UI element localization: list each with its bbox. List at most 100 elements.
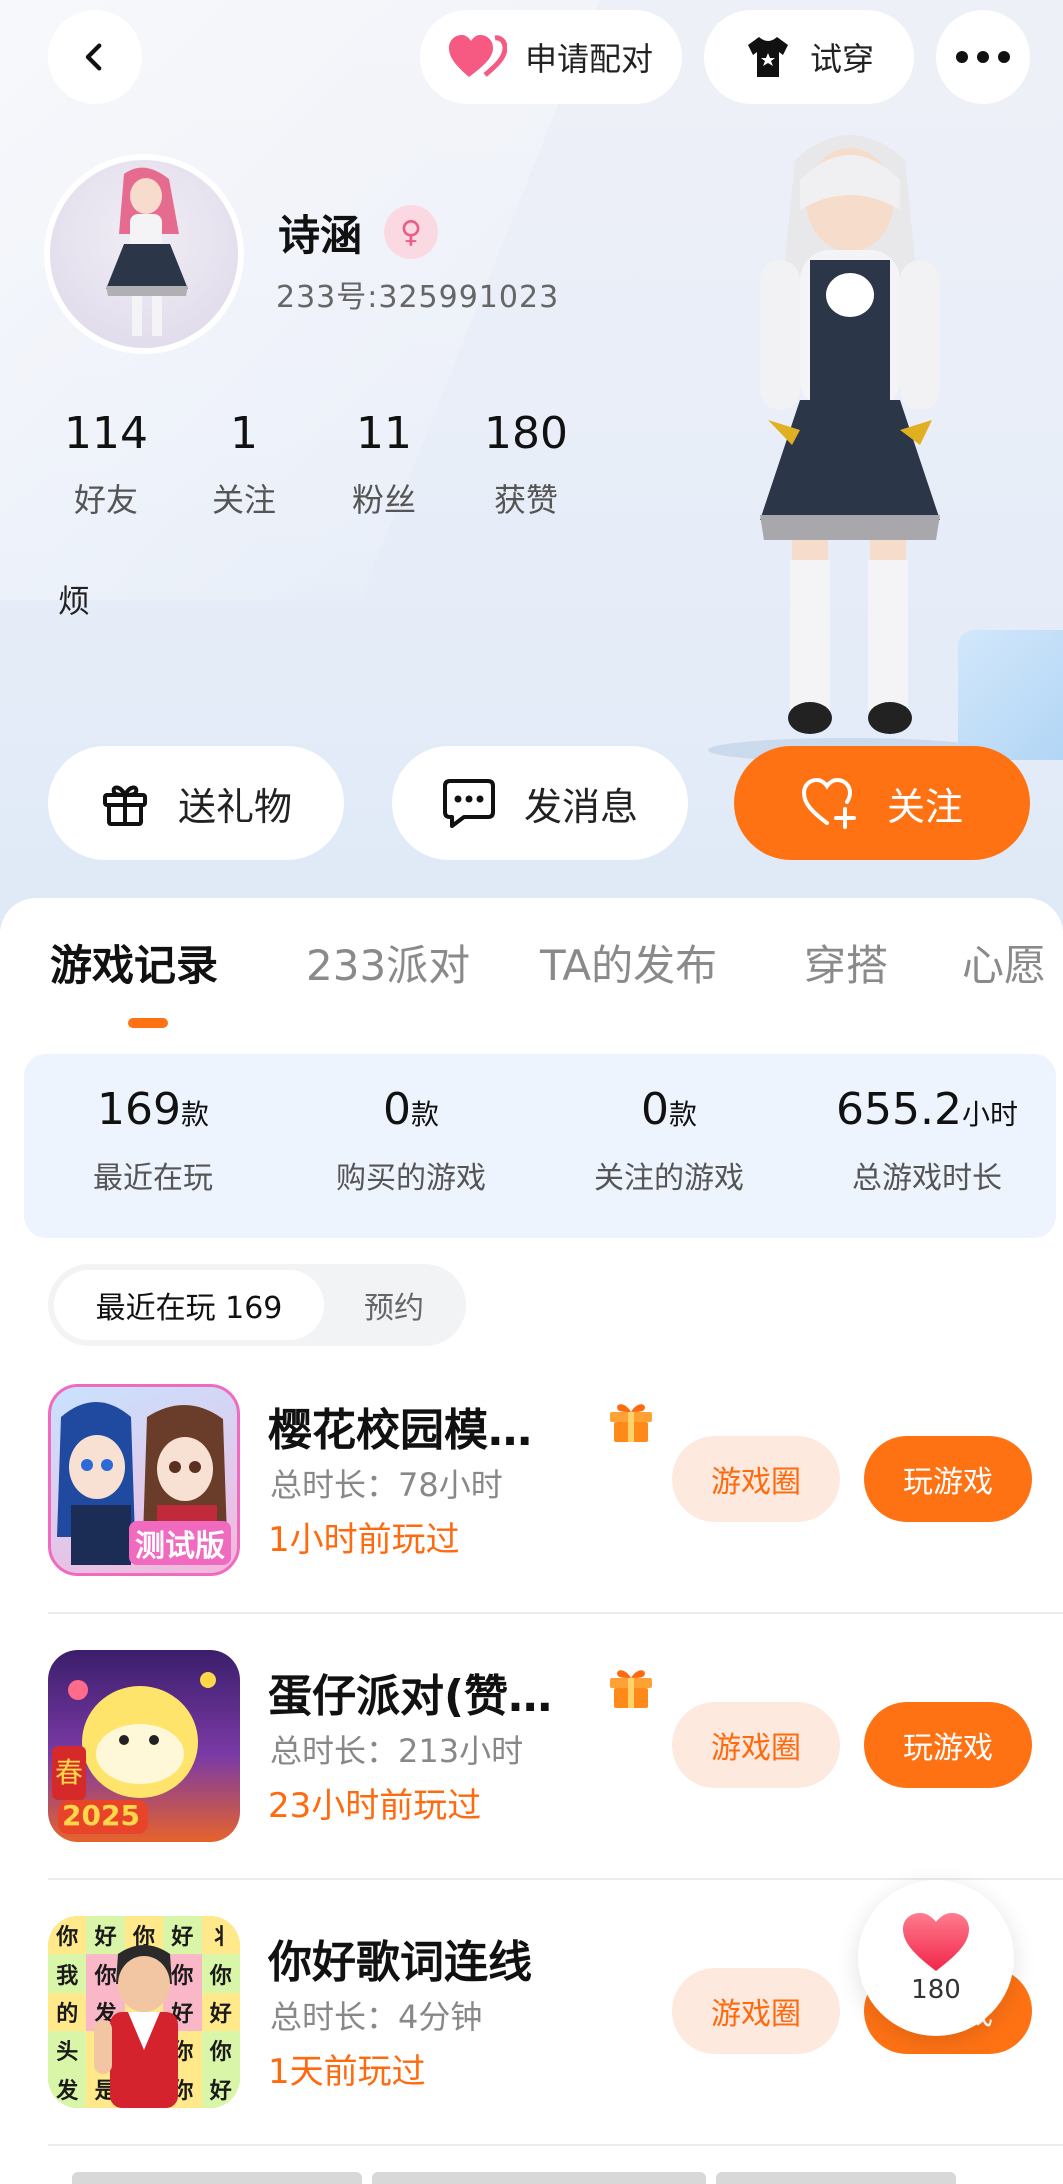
grid-char: 你 (201, 1954, 240, 1993)
profile-bio: 烦 (58, 582, 91, 620)
svg-text:春: 春 (55, 1756, 83, 1789)
next-item-peek (72, 2172, 362, 2184)
stat-likes[interactable]: 180 获赞 (456, 408, 596, 521)
avatar[interactable] (44, 154, 244, 354)
play-game-button[interactable]: 玩游戏 (864, 1702, 1032, 1788)
profile-uid[interactable]: 233号:325991023 (276, 272, 559, 316)
game-circle-button[interactable]: 游戏圈 (672, 1702, 840, 1788)
stat-label: 获赞 (493, 481, 558, 519)
stat-unit: 小时 (961, 1098, 1018, 1131)
gift-box-icon[interactable] (606, 1664, 656, 1710)
try-on-label: 试穿 (809, 40, 874, 78)
try-on-button[interactable]: 试穿 (704, 10, 914, 104)
game-last-played: 1小时前玩过 (268, 1520, 460, 1560)
follow-button[interactable]: 关注 (734, 746, 1030, 860)
grid-char: 的 (48, 1992, 87, 2032)
apply-pair-button[interactable]: 申请配对 (420, 10, 682, 104)
avatar-3d-character (708, 135, 988, 760)
play-game-button[interactable]: 玩游戏 (864, 1436, 1032, 1522)
divider (48, 1878, 1063, 1880)
like-count: 180 (911, 1975, 961, 2005)
game-last-played: 23小时前玩过 (268, 1786, 482, 1826)
game-stat-recent[interactable]: 169款 最近在玩 (24, 1084, 282, 1197)
game-title[interactable]: 樱花校园模… (268, 1394, 532, 1458)
female-gender-icon: ♀ (384, 205, 438, 259)
grid-char: 头 (48, 2031, 87, 2070)
more-options-button[interactable] (936, 10, 1030, 104)
segment-reserve[interactable]: 预约 (334, 1270, 454, 1340)
game-duration: 总时长：4分钟 (270, 1998, 483, 2036)
stat-unit: 款 (410, 1098, 439, 1131)
game-icon[interactable]: 测试版 (48, 1384, 240, 1576)
grid-char: 你 (201, 2031, 240, 2070)
stat-label: 总游戏时长 (852, 1161, 1002, 1196)
game-circle-button[interactable]: 游戏圈 (672, 1968, 840, 2054)
tab-wishlist[interactable]: 心愿 (962, 932, 1046, 993)
game-circle-button[interactable]: 游戏圈 (672, 1436, 840, 1522)
heart-icon (448, 35, 507, 77)
stat-value: 655.2 (836, 1084, 962, 1135)
segment-recent-playing[interactable]: 最近在玩 169 (54, 1270, 324, 1340)
game-stat-purchased[interactable]: 0款 购买的游戏 (282, 1084, 540, 1197)
next-item-peek (716, 2172, 956, 2184)
tab-outfits[interactable]: 穿搭 (804, 932, 888, 993)
stat-label: 粉丝 (351, 481, 416, 519)
gift-box-icon[interactable] (606, 1398, 656, 1444)
game-icon[interactable]: 春 2025 (48, 1650, 240, 1842)
stat-label: 好友 (73, 481, 138, 519)
game-duration: 总时长：78小时 (270, 1466, 503, 1504)
game-stat-followed[interactable]: 0款 关注的游戏 (540, 1084, 798, 1197)
game-stat-total-time[interactable]: 655.2小时 总游戏时长 (798, 1084, 1056, 1197)
tab-233-party[interactable]: 233派对 (306, 932, 470, 993)
avatar-image (106, 167, 188, 336)
grid-char: 你 (48, 1916, 87, 1955)
game-last-played: 1天前玩过 (268, 2052, 426, 2092)
shirt-icon (747, 37, 788, 77)
heart-icon (903, 1913, 969, 1971)
stat-friends[interactable]: 114 好友 (36, 408, 176, 521)
stat-number: 180 (484, 408, 568, 459)
stat-number: 114 (64, 408, 148, 459)
stat-value: 0 (640, 1084, 669, 1135)
test-version-badge: 测试版 (129, 1521, 231, 1565)
grid-char: 发 (48, 2069, 87, 2108)
game-icon[interactable]: 你 好 你 好 丬 我 你 你 你 的 发 好 好 头 真 你 你 发 是 你 … (48, 1916, 240, 2108)
stat-following[interactable]: 1 关注 (174, 408, 314, 521)
active-tab-indicator (128, 1018, 168, 1028)
floating-like-button[interactable]: 180 (858, 1880, 1014, 2036)
profile-header: 申请配对 试穿 诗涵 ♀ 233号:325991023 114 好友 1 关注 (0, 0, 1063, 930)
list-item[interactable]: 春 2025 蛋仔派对(赞… 总时长：213小时 23小时前玩过 游戏圈 玩游戏 (48, 1650, 1063, 1916)
game-title[interactable]: 蛋仔派对(赞… (268, 1660, 552, 1724)
back-button[interactable] (48, 10, 142, 104)
stat-value: 169 (97, 1084, 181, 1135)
grid-char: 丬 (201, 1916, 240, 1955)
stat-unit: 款 (668, 1098, 697, 1131)
stat-label: 关注的游戏 (594, 1161, 744, 1196)
stat-fans[interactable]: 11 粉丝 (314, 408, 454, 521)
send-gift-label: 送礼物 (177, 784, 292, 829)
grid-char: 好 (201, 2069, 240, 2108)
list-item[interactable]: 测试版 樱花校园模… 总时长：78小时 1小时前玩过 游戏圈 玩游戏 (48, 1384, 1063, 1650)
chevron-left-icon (85, 43, 102, 71)
game-duration: 总时长：213小时 (270, 1732, 524, 1770)
233-logo-watermark (958, 630, 1063, 760)
stat-number: 1 (230, 408, 258, 459)
heart-plus-icon (801, 777, 856, 829)
send-message-button[interactable]: 发消息 (392, 746, 688, 860)
grid-char: 好 (201, 1992, 240, 2032)
tab-ta-posts[interactable]: TA的发布 (540, 932, 717, 993)
apply-pair-label: 申请配对 (524, 40, 653, 78)
profile-name: 诗涵 (278, 211, 363, 260)
tab-game-records[interactable]: 游戏记录 (50, 932, 218, 993)
grid-char: 我 (48, 1954, 87, 1993)
send-message-label: 发消息 (523, 784, 638, 829)
singer-character-art (94, 1945, 178, 2108)
game-title[interactable]: 你好歌词连线 (268, 1926, 532, 1990)
stat-value: 0 (382, 1084, 411, 1135)
divider (48, 1612, 1063, 1614)
send-gift-button[interactable]: 送礼物 (48, 746, 344, 860)
stat-label: 最近在玩 (93, 1161, 213, 1196)
chat-bubble-icon (442, 779, 495, 828)
stat-label: 关注 (211, 481, 276, 519)
game-filter-segment: 最近在玩 169 预约 (48, 1264, 466, 1346)
